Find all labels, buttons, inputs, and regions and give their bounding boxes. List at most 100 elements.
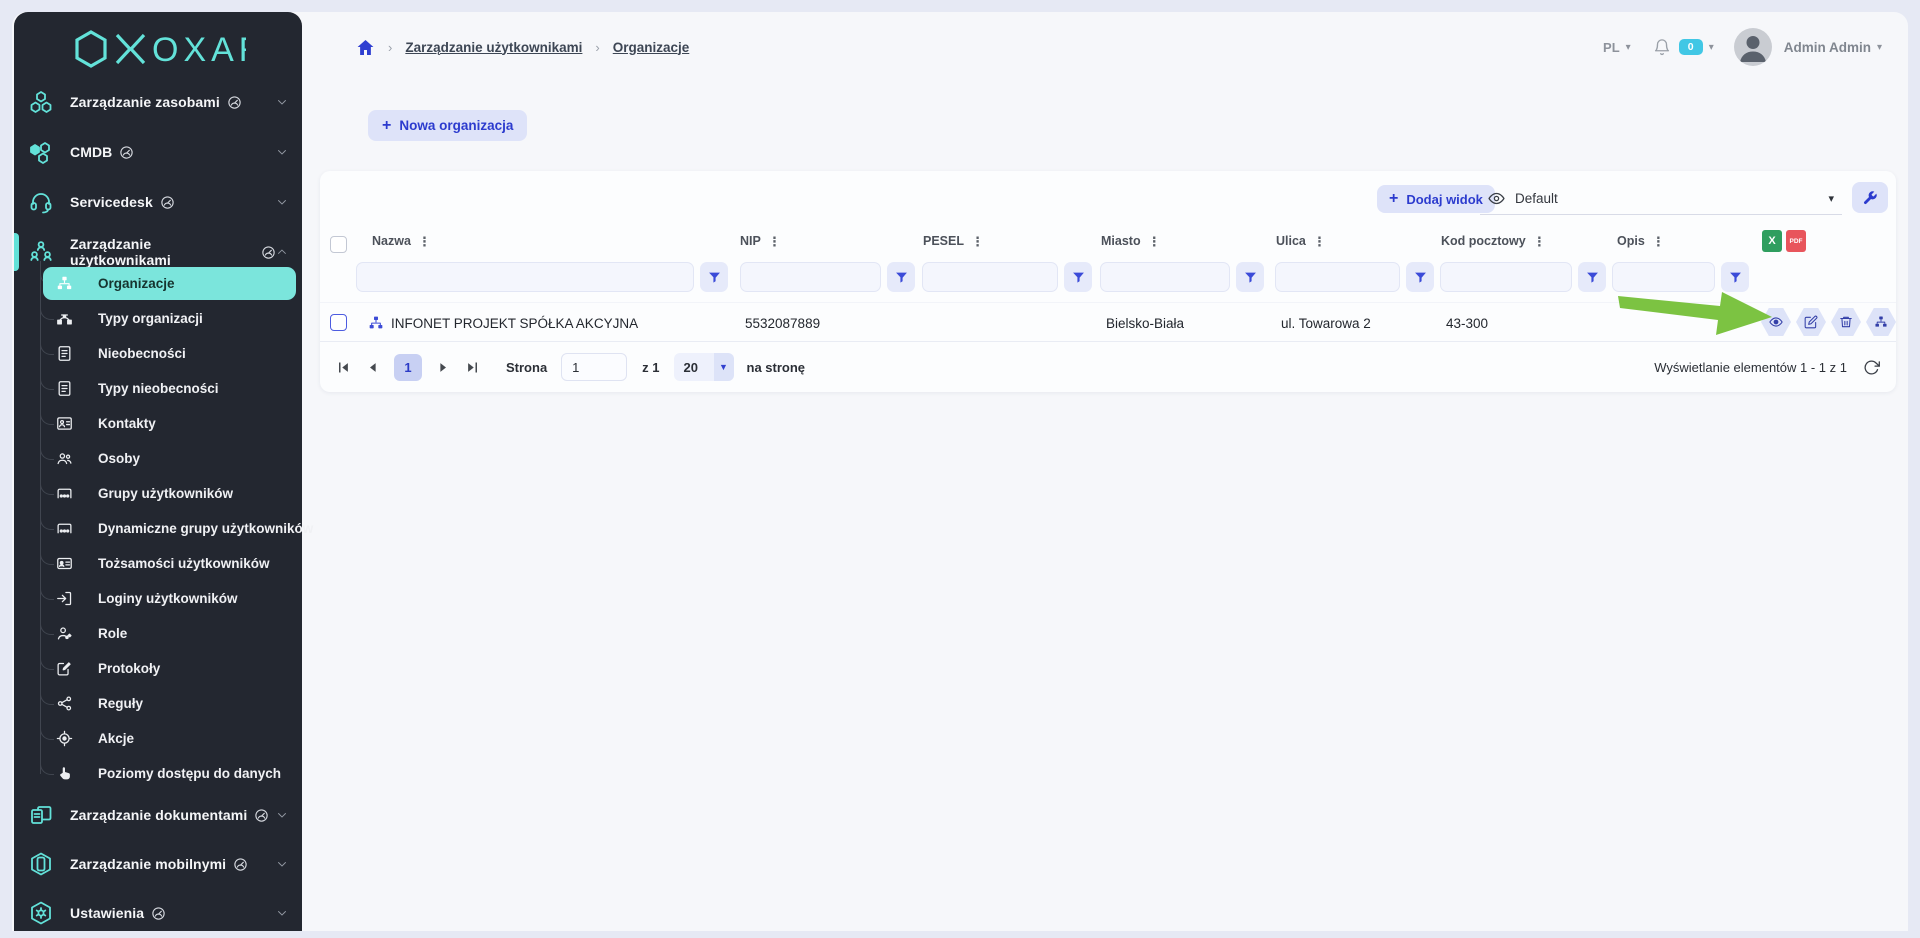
chevron-down-icon [276, 196, 288, 208]
sidebar-item-kontakty[interactable]: Kontakty [14, 406, 302, 441]
breadcrumb-link-users[interactable]: Zarządzanie użytkownikami [405, 40, 582, 55]
filter-button-kod-pocztowy[interactable] [1578, 262, 1606, 292]
sidebar-item-label: Reguły [98, 696, 143, 711]
dashboard-gauge-icon[interactable] [119, 145, 134, 160]
filter-button-pesel[interactable] [1064, 262, 1092, 292]
sidebar-item-typy-organizacji[interactable]: Typy organizacji [14, 301, 302, 336]
sidebar-item-loginy[interactable]: Loginy użytkowników [14, 581, 302, 616]
sidebar-item-akcje[interactable]: Akcje [14, 721, 302, 756]
filter-button-nip[interactable] [887, 262, 915, 292]
hierarchy-row-button[interactable] [1866, 308, 1896, 336]
sidebar-item-servicedesk[interactable]: Servicedesk [14, 177, 302, 227]
column-menu-icon[interactable]: ⋮ [1313, 235, 1326, 248]
column-menu-icon[interactable]: ⋮ [1148, 235, 1161, 248]
add-view-button[interactable]: + Dodaj widok [1377, 185, 1495, 213]
sidebar-item-typy-nieobecnosci[interactable]: Typy nieobecności [14, 371, 302, 406]
sidebar-item-zarzadzanie-mobilnymi[interactable]: Zarządzanie mobilnymi [14, 839, 302, 889]
column-header-opis: Opis⋮ [1617, 234, 1665, 248]
filter-input-opis[interactable] [1612, 262, 1715, 292]
delete-row-button[interactable] [1831, 308, 1861, 336]
refresh-icon[interactable] [1863, 359, 1880, 376]
cell-text: 43-300 [1446, 316, 1488, 331]
filter-input-miasto[interactable] [1100, 262, 1230, 292]
previous-page-icon[interactable] [365, 360, 380, 375]
export-excel-icon[interactable]: X [1762, 230, 1782, 252]
sidebar-item-label: Servicedesk [70, 194, 153, 210]
sidebar-item-label: Ustawienia [70, 905, 144, 921]
app-canvas: OXARI Zarządzanie zasobami CMDB Serviced… [0, 0, 1920, 931]
notification-count-badge[interactable]: 0 [1679, 39, 1703, 55]
new-organization-button[interactable]: + Nowa organizacja [368, 110, 527, 141]
sidebar-item-cmdb[interactable]: CMDB [14, 127, 302, 177]
cell-text: INFONET PROJEKT SPÓŁKA AKCYJNA [391, 316, 638, 331]
notification-bell-icon[interactable] [1653, 38, 1671, 56]
sidebar-item-grupy-uzytkownikow[interactable]: Grupy użytkowników [14, 476, 302, 511]
sidebar-item-osoby[interactable]: Osoby [14, 441, 302, 476]
column-menu-icon[interactable]: ⋮ [768, 235, 781, 248]
page-input[interactable] [561, 353, 627, 381]
cell-nazwa: INFONET PROJEKT SPÓŁKA AKCYJNA [368, 303, 638, 343]
sidebar-item-zarzadzanie-zasobami[interactable]: Zarządzanie zasobami [14, 77, 302, 127]
breadcrumb-link-organizations[interactable]: Organizacje [613, 40, 690, 55]
edit-row-button[interactable] [1796, 308, 1826, 336]
chevron-down-icon[interactable]: ▾ [1626, 42, 1631, 53]
funnel-icon [1414, 271, 1427, 284]
sidebar-item-dynamiczne-grupy[interactable]: Dynamiczne grupy użytkowników [14, 511, 302, 546]
filter-input-kod-pocztowy[interactable] [1440, 262, 1572, 292]
dashboard-gauge-icon[interactable] [254, 808, 269, 823]
column-menu-icon[interactable]: ⋮ [971, 235, 984, 248]
filter-button-ulica[interactable] [1406, 262, 1434, 292]
sidebar-item-label: Tożsamości użytkowników [98, 556, 270, 571]
page-size-select[interactable]: 20 ▼ [674, 353, 734, 381]
filter-button-miasto[interactable] [1236, 262, 1264, 292]
filter-button-opis[interactable] [1721, 262, 1749, 292]
view-select[interactable]: Default ▾ [1480, 182, 1842, 215]
view-row-button[interactable] [1761, 308, 1791, 336]
chevron-down-icon[interactable]: ▾ [1877, 42, 1882, 53]
funnel-icon [1586, 271, 1599, 284]
next-page-icon[interactable] [436, 360, 451, 375]
page-total-label: z 1 [642, 360, 659, 375]
sidebar-item-label: Osoby [98, 451, 140, 466]
cell-text: Bielsko-Biała [1106, 316, 1184, 331]
sidebar-item-tozsamosci[interactable]: Tożsamości użytkowników [14, 546, 302, 581]
sidebar-item-organizacje[interactable]: Organizacje [14, 266, 302, 301]
language-selector[interactable]: PL [1603, 40, 1620, 55]
dashboard-gauge-icon[interactable] [151, 906, 166, 921]
sidebar-item-poziomy-dostepu[interactable]: Poziomy dostępu do danych [14, 756, 302, 791]
hand-pointer-icon [56, 765, 73, 782]
filter-input-nip[interactable] [740, 262, 881, 292]
sidebar-item-label: Role [98, 626, 127, 641]
dashboard-gauge-icon[interactable] [227, 95, 242, 110]
sidebar-item-role[interactable]: Role [14, 616, 302, 651]
select-all-checkbox[interactable] [330, 236, 347, 253]
home-icon[interactable] [356, 38, 375, 57]
filter-input-pesel[interactable] [922, 262, 1058, 292]
sidebar-item-nieobecnosci[interactable]: Nieobecności [14, 336, 302, 371]
filter-button-nazwa[interactable] [700, 262, 728, 292]
export-pdf-icon[interactable]: PDF [1786, 230, 1806, 252]
avatar[interactable] [1734, 28, 1772, 66]
table-settings-button[interactable] [1852, 182, 1888, 213]
chevron-down-icon[interactable]: ▾ [1709, 42, 1714, 53]
sidebar-item-protokoly[interactable]: Protokoły [14, 651, 302, 686]
column-menu-icon[interactable]: ⋮ [1533, 235, 1546, 248]
last-page-icon[interactable] [465, 360, 480, 375]
sidebar-item-zarzadzanie-dokumentami[interactable]: Zarządzanie dokumentami [14, 790, 302, 840]
new-organization-label: Nowa organizacja [399, 118, 513, 133]
dashboard-gauge-icon[interactable] [160, 195, 175, 210]
first-page-icon[interactable] [336, 360, 351, 375]
dashboard-gauge-icon[interactable] [261, 245, 276, 260]
sidebar: OXARI Zarządzanie zasobami CMDB Serviced… [14, 12, 302, 931]
sidebar-item-reguly[interactable]: Reguły [14, 686, 302, 721]
column-menu-icon[interactable]: ⋮ [418, 235, 431, 248]
filter-input-ulica[interactable] [1275, 262, 1400, 292]
chevron-down-icon [276, 809, 288, 821]
table-row[interactable]: INFONET PROJEKT SPÓŁKA AKCYJNA 553208788… [320, 302, 1896, 342]
filter-input-nazwa[interactable] [356, 262, 694, 292]
dashboard-gauge-icon[interactable] [233, 857, 248, 872]
row-checkbox[interactable] [330, 314, 347, 331]
column-menu-icon[interactable]: ⋮ [1652, 235, 1665, 248]
sitemap-icon [56, 275, 73, 292]
page-number-button[interactable]: 1 [394, 354, 422, 381]
